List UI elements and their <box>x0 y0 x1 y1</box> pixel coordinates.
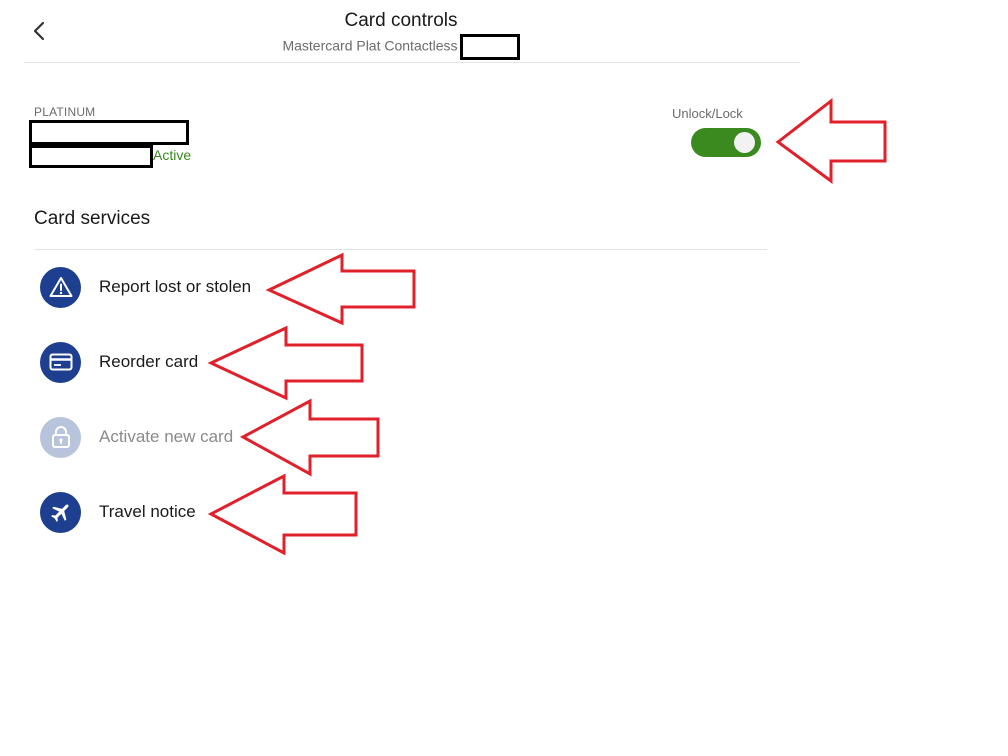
annotation-arrow-icon <box>266 252 416 326</box>
card-services-divider <box>34 249 767 250</box>
service-item-label: Report lost or stolen <box>99 277 252 296</box>
reorder-card-item[interactable]: Reorder card <box>40 340 198 384</box>
annotation-arrow-icon <box>208 325 364 401</box>
credit-card-icon <box>40 341 81 383</box>
lock-icon <box>40 416 81 458</box>
travel-notice-item[interactable]: Travel notice <box>40 490 196 534</box>
airplane-icon <box>40 491 81 533</box>
card-controls-page: Card controls Mastercard Plat Contactles… <box>0 0 1008 756</box>
redacted-card-number <box>29 145 153 168</box>
card-services-title: Card services <box>34 208 151 229</box>
lock-toggle[interactable] <box>691 128 761 157</box>
redacted-cardholder-name <box>29 120 189 145</box>
card-tier-label: PLATINUM <box>34 105 96 119</box>
redacted-card-digits <box>459 34 520 60</box>
annotation-arrow-icon <box>775 98 887 184</box>
service-item-label: Travel notice <box>99 502 196 521</box>
card-name-subtitle: Mastercard Plat Contactless <box>24 34 778 60</box>
activate-new-card-item: Activate new card <box>40 415 233 459</box>
warning-triangle-icon <box>40 266 81 308</box>
header-divider <box>24 62 800 63</box>
lock-toggle-label: Unlock/Lock <box>672 106 743 121</box>
card-status: Active <box>153 147 192 163</box>
report-lost-stolen-item[interactable]: Report lost or stolen <box>40 265 251 309</box>
annotation-arrow-icon <box>208 473 358 556</box>
service-item-label: Reorder card <box>99 352 199 371</box>
annotation-arrow-icon <box>240 398 380 477</box>
service-item-label: Activate new card <box>99 427 234 446</box>
page-title: Card controls <box>344 10 458 31</box>
lock-toggle-knob <box>734 132 755 153</box>
card-product-name: Mastercard Plat Contactless <box>282 37 458 54</box>
